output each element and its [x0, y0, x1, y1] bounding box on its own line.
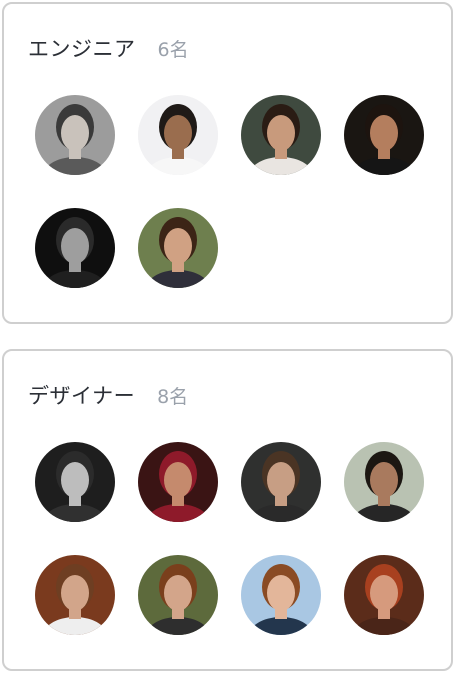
person-avatar-icon — [138, 95, 218, 175]
member-count: 8名 — [157, 385, 189, 408]
group-title: デザイナー — [28, 384, 136, 408]
person-avatar-icon — [35, 95, 115, 175]
member-avatar[interactable] — [138, 555, 218, 635]
group-card-engineers: エンジニア 6名 — [2, 2, 453, 324]
member-avatar[interactable] — [35, 555, 115, 635]
person-avatar-icon — [241, 95, 321, 175]
person-avatar-icon — [138, 208, 218, 288]
member-avatar[interactable] — [138, 95, 218, 175]
member-avatar[interactable] — [138, 208, 218, 288]
person-avatar-icon — [344, 555, 424, 635]
member-avatar[interactable] — [138, 442, 218, 522]
person-avatar-icon — [138, 442, 218, 522]
member-avatar[interactable] — [241, 442, 321, 522]
member-avatar[interactable] — [344, 442, 424, 522]
person-avatar-icon — [241, 555, 321, 635]
member-avatar[interactable] — [344, 95, 424, 175]
avatar-grid — [35, 95, 435, 288]
person-avatar-icon — [138, 555, 218, 635]
card-header: デザイナー 8名 — [28, 380, 188, 410]
member-avatar[interactable] — [35, 442, 115, 522]
member-avatar[interactable] — [344, 555, 424, 635]
person-avatar-icon — [344, 442, 424, 522]
card-header: エンジニア 6名 — [28, 33, 189, 63]
group-title: エンジニア — [28, 37, 136, 61]
member-avatar[interactable] — [35, 208, 115, 288]
group-card-designers: デザイナー 8名 — [2, 349, 453, 671]
member-avatar[interactable] — [35, 95, 115, 175]
person-avatar-icon — [35, 442, 115, 522]
person-avatar-icon — [35, 208, 115, 288]
person-avatar-icon — [35, 555, 115, 635]
avatar-grid — [35, 442, 435, 635]
person-avatar-icon — [241, 442, 321, 522]
member-count: 6名 — [157, 38, 189, 61]
person-avatar-icon — [344, 95, 424, 175]
member-avatar[interactable] — [241, 555, 321, 635]
member-avatar[interactable] — [241, 95, 321, 175]
